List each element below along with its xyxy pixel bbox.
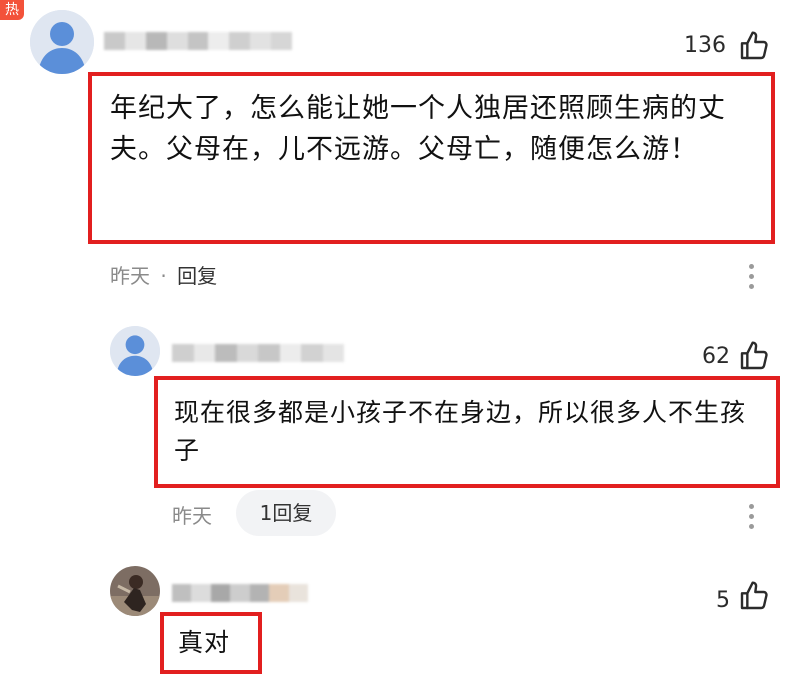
comment-highlight-box: 真对 — [160, 612, 262, 674]
username-blurred[interactable] — [172, 344, 344, 362]
like-count: 5 — [716, 588, 730, 613]
comment-meta: 昨天 · 回复 — [110, 260, 217, 289]
meta-separator: · — [160, 264, 167, 288]
avatar[interactable] — [110, 326, 160, 376]
thumbs-up-icon[interactable] — [738, 580, 770, 612]
default-avatar-icon — [110, 326, 160, 376]
thumbs-up-icon[interactable] — [738, 30, 770, 62]
comment-text: 现在很多都是小孩子不在身边，所以很多人不生孩子 — [174, 398, 747, 465]
more-vertical-icon[interactable] — [749, 264, 755, 294]
default-avatar-icon — [30, 10, 94, 74]
comment-text: 年纪大了，怎么能让她一个人独居还照顾生病的丈夫。父母在，儿不远游。父母亡，随便怎… — [110, 93, 726, 165]
comment-highlight-box: 年纪大了，怎么能让她一个人独居还照顾生病的丈夫。父母在，儿不远游。父母亡，随便怎… — [88, 72, 775, 244]
comment-time: 昨天 — [110, 264, 150, 288]
comment-time: 昨天 — [172, 504, 212, 528]
comment-highlight-box: 现在很多都是小孩子不在身边，所以很多人不生孩子 — [154, 376, 780, 488]
view-replies-button[interactable]: 1回复 — [236, 490, 336, 536]
like-count: 136 — [684, 33, 726, 58]
username-blurred[interactable] — [172, 584, 308, 602]
avatar[interactable] — [30, 10, 94, 74]
like-count: 62 — [702, 344, 730, 369]
comment-text: 真对 — [178, 628, 231, 657]
more-vertical-icon[interactable] — [749, 504, 755, 534]
hot-badge: 热 — [0, 0, 24, 20]
username-blurred[interactable] — [104, 32, 293, 50]
user-photo-avatar — [110, 566, 160, 616]
avatar[interactable] — [110, 566, 160, 616]
reply-button[interactable]: 回复 — [177, 264, 217, 288]
thumbs-up-icon[interactable] — [738, 340, 770, 372]
